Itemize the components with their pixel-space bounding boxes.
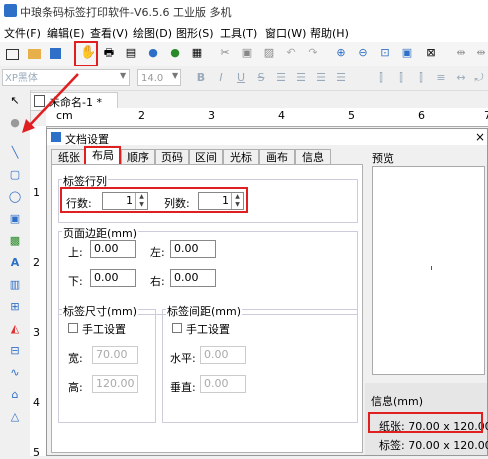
tab-order[interactable]: 顺序 <box>121 149 155 165</box>
label-size-manual-label: 手工设置 <box>82 323 126 336</box>
info-label-size: 标签: 70.00 x 120.00 <box>379 439 488 452</box>
close-icon[interactable]: × <box>475 130 485 144</box>
label-size-title: 标签尺寸(mm) <box>62 303 139 319</box>
label-width-label: 宽: <box>68 352 83 365</box>
info-paper-highlight <box>368 412 483 433</box>
gap-horizontal-input[interactable]: 0.00 <box>200 346 246 364</box>
layout-tab-panel: 标签行列 行数: 1 ▲ ▼ 列数: 1 ▲ ▼ 页面边距(mm) 上: 0.00 … <box>51 164 363 453</box>
tab-cursor[interactable]: 光标 <box>223 149 259 165</box>
info-title: 信息(mm) <box>371 395 424 408</box>
label-height-label: 高: <box>68 381 83 394</box>
preview-label: 预览 <box>372 152 394 165</box>
document-settings-dialog: 文档设置 × 纸张 布局 顺序 页码 区间 光标 画布 信息 标签行列 行数: … <box>46 128 488 456</box>
top-margin-input[interactable]: 0.00 <box>90 240 136 258</box>
margins-title: 页面边距(mm) <box>62 225 139 241</box>
label-gap-title: 标签间距(mm) <box>166 303 243 319</box>
gap-vertical-label: 垂直: <box>170 381 196 394</box>
dialog-app-icon <box>51 132 61 142</box>
dialog-title-bar: 文档设置 × <box>47 129 487 146</box>
layout-tab-highlight <box>84 146 121 166</box>
info-panel: 信息(mm) 纸张: 70.00 x 120.00 标签: 70.00 x 12… <box>365 383 488 455</box>
preview-canvas <box>372 166 485 375</box>
right-margin-input[interactable]: 0.00 <box>170 269 216 287</box>
gap-horizontal-label: 水平: <box>170 352 196 365</box>
left-margin-input[interactable]: 0.00 <box>170 240 216 258</box>
label-height-input[interactable]: 120.00 <box>92 375 138 393</box>
label-gap-manual-checkbox[interactable] <box>172 323 182 333</box>
bottom-margin-input[interactable]: 0.00 <box>90 269 136 287</box>
left-margin-label: 左: <box>150 246 165 259</box>
dialog-title: 文档设置 <box>65 133 109 146</box>
gap-vertical-input[interactable]: 0.00 <box>200 375 246 393</box>
tab-range[interactable]: 区间 <box>189 149 223 165</box>
label-size-manual-checkbox[interactable] <box>68 323 78 333</box>
tab-canvas[interactable]: 画布 <box>259 149 295 165</box>
tab-paper[interactable]: 纸张 <box>51 149 87 165</box>
label-gap-manual-label: 手工设置 <box>186 323 230 336</box>
bottom-margin-label: 下: <box>68 275 83 288</box>
tab-info[interactable]: 信息 <box>295 149 331 165</box>
rowcol-highlight <box>60 187 248 213</box>
right-margin-label: 右: <box>150 275 165 288</box>
preview-marker <box>431 266 432 270</box>
top-margin-label: 上: <box>68 246 83 259</box>
tab-page-number[interactable]: 页码 <box>155 149 189 165</box>
label-width-input[interactable]: 70.00 <box>92 346 138 364</box>
